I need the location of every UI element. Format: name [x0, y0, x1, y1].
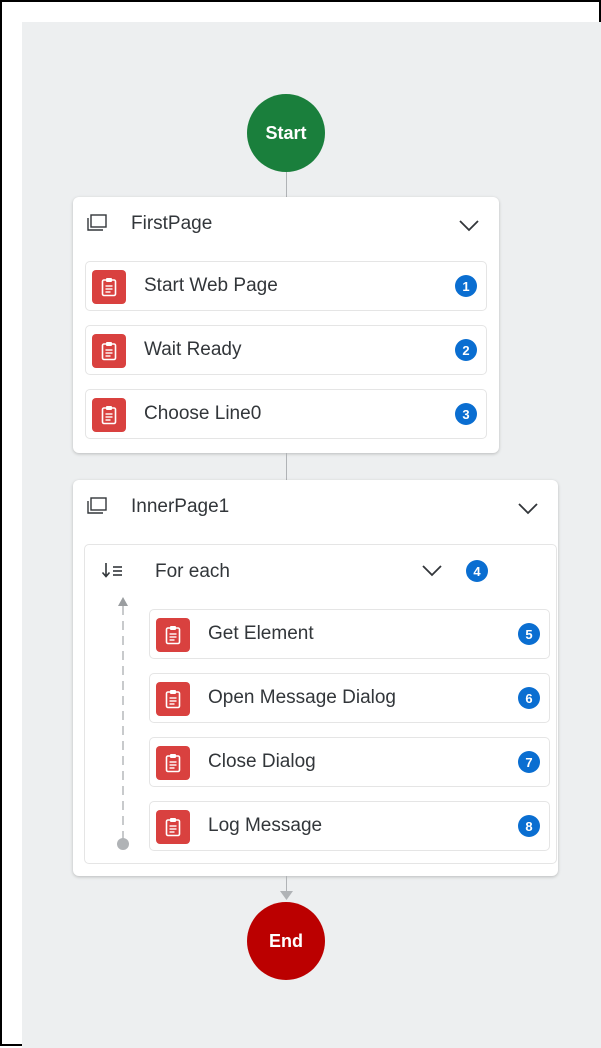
clipboard-icon: [156, 682, 190, 716]
chevron-down-icon[interactable]: [420, 564, 444, 578]
clipboard-icon: [156, 618, 190, 652]
loop-title: For each: [155, 561, 230, 582]
step-get-element[interactable]: Get Element 5: [149, 609, 550, 659]
step-number-badge: 1: [455, 275, 477, 297]
clipboard-icon: [92, 334, 126, 368]
step-number-badge: 6: [518, 687, 540, 709]
arrow-down-icon: [280, 891, 293, 900]
step-number-badge: 8: [518, 815, 540, 837]
connector-start-firstpage: [286, 172, 287, 197]
loop-sort-icon: [101, 563, 122, 578]
step-open-message-dialog[interactable]: Open Message Dialog 6: [149, 673, 550, 723]
chevron-down-icon[interactable]: [457, 219, 481, 233]
card-header[interactable]: InnerPage1: [73, 480, 558, 534]
end-node[interactable]: End: [247, 902, 325, 980]
step-log-message[interactable]: Log Message 8: [149, 801, 550, 851]
clipboard-icon: [92, 270, 126, 304]
step-label: Start Web Page: [144, 275, 278, 296]
step-number-badge: 7: [518, 751, 540, 773]
clipboard-icon: [92, 398, 126, 432]
step-number-badge: 4: [466, 560, 488, 582]
start-label: Start: [265, 122, 307, 143]
start-node[interactable]: Start: [247, 94, 325, 172]
step-number-badge: 3: [455, 403, 477, 425]
step-label: Open Message Dialog: [208, 687, 396, 708]
page-card-innerpage1[interactable]: InnerPage1 For each 4 Get Element 5 Open…: [73, 480, 558, 876]
card-title: InnerPage1: [131, 496, 230, 517]
card-title: FirstPage: [131, 213, 213, 234]
connector-firstpage-innerpage: [286, 453, 287, 480]
step-choose-line0[interactable]: Choose Line0 3: [85, 389, 487, 439]
card-header[interactable]: FirstPage: [73, 197, 499, 251]
flow-canvas[interactable]: Start FirstPage Start Web Page 1 Wait Re…: [22, 22, 601, 1048]
clipboard-icon: [156, 746, 190, 780]
step-number-badge: 2: [455, 339, 477, 361]
step-number-badge: 5: [518, 623, 540, 645]
step-label: Log Message: [208, 815, 323, 836]
step-label: Close Dialog: [208, 751, 316, 772]
window-frame: Start FirstPage Start Web Page 1 Wait Re…: [0, 0, 601, 1048]
clipboard-icon: [156, 810, 190, 844]
step-label: Wait Ready: [144, 339, 242, 360]
end-label: End: [269, 930, 303, 951]
step-label: Get Element: [208, 623, 314, 644]
loop-back-arrow: [117, 597, 129, 850]
page-icon: [87, 214, 107, 231]
step-start-web-page[interactable]: Start Web Page 1: [85, 261, 487, 311]
chevron-down-icon[interactable]: [516, 502, 540, 516]
step-label: Choose Line0: [144, 403, 262, 424]
step-close-dialog[interactable]: Close Dialog 7: [149, 737, 550, 787]
page-card-firstpage[interactable]: FirstPage Start Web Page 1 Wait Ready 2: [73, 197, 499, 453]
for-each-loop[interactable]: For each 4 Get Element 5 Open Message Di…: [84, 544, 557, 864]
page-icon: [87, 497, 107, 514]
step-wait-ready[interactable]: Wait Ready 2: [85, 325, 487, 375]
